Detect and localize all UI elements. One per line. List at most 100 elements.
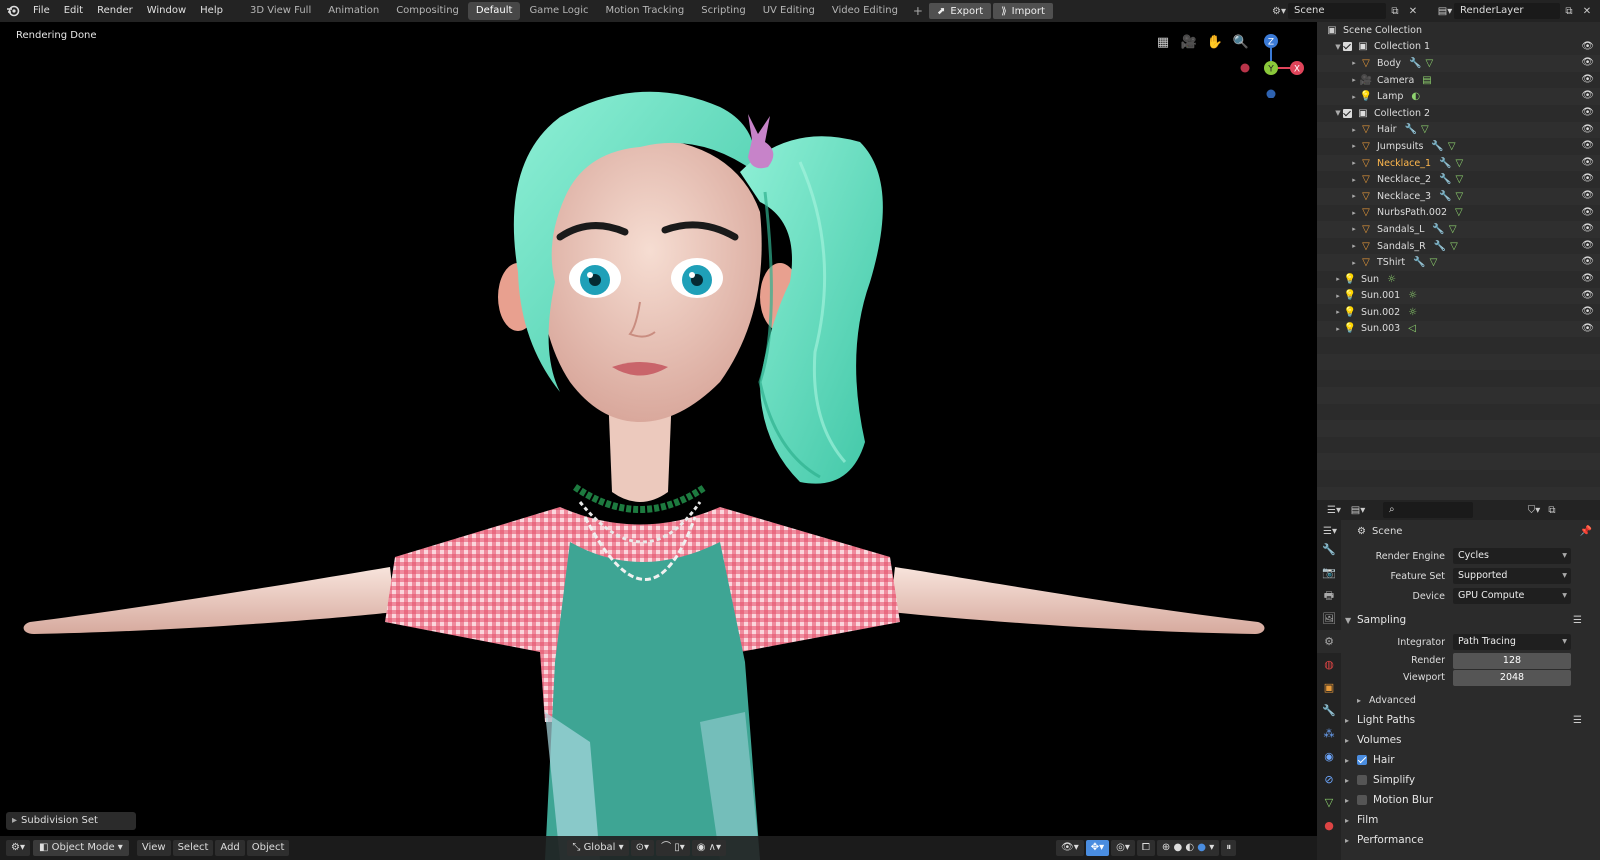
mesh-data-icon[interactable]: ▽ <box>1455 158 1463 169</box>
wrench-data-icon[interactable]: 🔧 <box>1431 141 1443 152</box>
collapsed-arrow-icon[interactable]: ▸ <box>1349 59 1359 67</box>
wrench-data-icon[interactable]: 🔧 <box>1413 257 1425 268</box>
gizmo-toggle-icon[interactable]: ✥▾ <box>1085 840 1110 856</box>
outliner-row[interactable]: ▸ ▽ Necklace_2 🔧 ▽ 👁 <box>1317 171 1600 188</box>
scene-collection-row[interactable]: ▣ Scene Collection <box>1317 22 1600 39</box>
panel-enable-checkbox[interactable] <box>1357 775 1367 785</box>
output-tab-icon[interactable]: 🖶 <box>1317 584 1341 607</box>
world-tab-icon[interactable]: ◍ <box>1317 653 1341 676</box>
tab-game-logic[interactable]: Game Logic <box>521 2 596 20</box>
outliner-row[interactable]: ▸ 💡 Sun ☼ 👁 <box>1317 271 1600 288</box>
display-mode-icon[interactable]: ☰▾ <box>1325 502 1343 518</box>
collapsed-arrow-icon[interactable]: ▸ <box>1349 192 1359 200</box>
viewport-samples-field[interactable]: 2048 <box>1453 669 1571 686</box>
menu-help[interactable]: Help <box>193 0 230 22</box>
mesh-data-icon[interactable]: ▽ <box>1421 124 1429 135</box>
scene-name-field[interactable]: Scene <box>1288 3 1386 19</box>
visibility-eye-icon[interactable]: 👁 <box>1581 173 1594 184</box>
device-dropdown[interactable]: GPU Compute <box>1453 588 1571 604</box>
mesh-data-icon[interactable]: ▽ <box>1449 224 1457 235</box>
shading-modes-icon[interactable]: ⊕ ● ◐ ● ▾ <box>1156 840 1220 856</box>
gizmo-neg-x-icon[interactable] <box>1240 63 1250 73</box>
collapsed-arrow-icon[interactable]: ▸ <box>1349 93 1359 101</box>
presets-list-icon[interactable]: ☰ <box>1573 615 1582 626</box>
collapsed-arrow-icon[interactable]: ▸ <box>1333 292 1343 300</box>
visibility-eye-icon[interactable]: 👁 <box>1581 124 1594 135</box>
mesh-data-icon[interactable]: ▽ <box>1450 241 1458 252</box>
outliner-row[interactable]: ▸ ▽ Necklace_3 🔧 ▽ 👁 <box>1317 187 1600 205</box>
visibility-eye-icon[interactable]: 👁 <box>1581 190 1594 201</box>
collapsed-arrow-icon[interactable]: ▸ <box>1349 176 1359 184</box>
menu-window[interactable]: Window <box>140 0 193 22</box>
tab-video-editing[interactable]: Video Editing <box>824 2 906 20</box>
visibility-eye-icon[interactable]: 👁 <box>1581 57 1594 68</box>
close-layer-icon[interactable]: ✕ <box>1578 3 1596 19</box>
outliner-row[interactable]: ▸ ▽ TShirt 🔧 ▽ 👁 <box>1317 254 1600 271</box>
visibility-eye-icon[interactable]: 👁 <box>1581 207 1594 218</box>
visibility-icon[interactable]: 👁▾ <box>1056 840 1084 856</box>
constraints-tab-icon[interactable]: ⊘ <box>1317 768 1341 791</box>
presets-list-icon[interactable]: ☰ <box>1573 715 1582 726</box>
object-tab-icon[interactable]: ▣ <box>1317 676 1341 699</box>
visibility-eye-icon[interactable]: 👁 <box>1581 74 1594 85</box>
panel-light-paths[interactable]: ▸ Light Paths ☰ <box>1341 710 1600 730</box>
visibility-eye-icon[interactable]: 👁 <box>1581 223 1594 234</box>
menu-render[interactable]: Render <box>90 0 140 22</box>
outliner-row[interactable]: ▸ 💡 Sun.001 ☼ 👁 <box>1317 287 1600 305</box>
panel-film[interactable]: ▸ Film <box>1341 810 1600 830</box>
panel-hair[interactable]: ▸ Hair <box>1341 750 1600 770</box>
visibility-eye-icon[interactable]: 👁 <box>1581 290 1594 301</box>
proportional-edit-icon[interactable]: ◉ ∧▾ <box>691 840 727 856</box>
sun-data-icon[interactable]: ☼ <box>1408 307 1417 318</box>
xray-icon[interactable]: ⧠ <box>1136 840 1155 856</box>
tab-motion-tracking[interactable]: Motion Tracking <box>598 2 693 20</box>
particles-tab-icon[interactable]: ⁂ <box>1317 722 1341 745</box>
area-data-icon[interactable]: ◁ <box>1408 323 1416 334</box>
3d-viewport[interactable]: Rendering Done ▦ 🎥 ✋ 🔍 Z Y X ▸ Subdivisio… <box>0 22 1317 860</box>
outliner-row[interactable]: ▸ 💡 Sun.002 ☼ 👁 <box>1317 304 1600 321</box>
sampling-panel-header[interactable]: ▼ Sampling ☰ <box>1341 610 1600 630</box>
tab-3d-view-full[interactable]: 3D View Full <box>242 2 319 20</box>
camera-view-icon[interactable]: 🎥 <box>1179 32 1199 52</box>
panel-enable-checkbox[interactable] <box>1357 755 1367 765</box>
feature-set-dropdown[interactable]: Supported <box>1453 568 1571 584</box>
wrench-data-icon[interactable]: 🔧 <box>1439 191 1451 202</box>
menu-object[interactable]: Object <box>246 840 290 856</box>
outliner-row[interactable]: ▸ 💡 Sun.003 ◁ 👁 <box>1317 320 1600 338</box>
wrench-data-icon[interactable]: 🔧 <box>1434 241 1446 252</box>
pin-icon[interactable]: 📌 <box>1580 526 1592 537</box>
outliner-row[interactable]: ▸ ▽ NurbsPath.002 ▽ 👁 <box>1317 205 1600 222</box>
mesh-data-icon[interactable]: ▽ <box>1448 141 1456 152</box>
modifier-tab-icon[interactable]: 🔧 <box>1317 699 1341 722</box>
render-layer-icon[interactable]: ▤▾ <box>1436 3 1454 19</box>
visibility-eye-icon[interactable]: 👁 <box>1581 306 1594 317</box>
pan-hand-icon[interactable]: ✋ <box>1205 32 1225 52</box>
visibility-eye-icon[interactable]: 👁 <box>1581 273 1594 284</box>
expanded-arrow-icon[interactable]: ▼ <box>1333 109 1343 117</box>
navigation-gizmo[interactable]: Z Y X <box>1233 28 1309 98</box>
export-button[interactable]: ⬈ Export <box>928 3 992 19</box>
tool-tab-icon[interactable]: 🔧 <box>1317 538 1341 561</box>
advanced-subpanel[interactable]: ▸ Advanced <box>1341 690 1600 710</box>
collapsed-arrow-icon[interactable]: ▸ <box>1349 242 1359 250</box>
tab-compositing[interactable]: Compositing <box>388 2 467 20</box>
view-layer-icon[interactable]: ▤▾ <box>1349 502 1367 518</box>
sun-data-icon[interactable]: ☼ <box>1387 274 1396 285</box>
panel-motion-blur[interactable]: ▸ Motion Blur <box>1341 790 1600 810</box>
visibility-eye-icon[interactable]: 👁 <box>1581 41 1594 52</box>
mode-dropdown[interactable]: ◧ Object Mode ▾ <box>32 840 129 856</box>
view-layer-tab-icon[interactable]: 🖼 <box>1317 607 1341 630</box>
collapsed-arrow-icon[interactable]: ▸ <box>1349 225 1359 233</box>
outliner-row[interactable]: ▸ ▽ Hair 🔧 ▽ 👁 <box>1317 121 1600 139</box>
outliner-row[interactable]: ▼ ▣ Collection 1 👁 <box>1317 39 1600 56</box>
collapsed-arrow-icon[interactable]: ▸ <box>1349 259 1359 267</box>
tab-uv-editing[interactable]: UV Editing <box>755 2 823 20</box>
outliner-row[interactable]: ▸ ▽ Body 🔧 ▽ 👁 <box>1317 55 1600 72</box>
collapsed-arrow-icon[interactable]: ▸ <box>1333 325 1343 333</box>
expanded-arrow-icon[interactable]: ▼ <box>1333 43 1343 51</box>
mesh-data-icon[interactable]: ▽ <box>1455 207 1463 218</box>
pivot-icon[interactable]: ⊙▾ <box>630 840 655 856</box>
lightdata-data-icon[interactable]: ◐ <box>1411 91 1420 102</box>
render-engine-dropdown[interactable]: Cycles <box>1453 548 1571 564</box>
wrench-data-icon[interactable]: 🔧 <box>1439 158 1451 169</box>
